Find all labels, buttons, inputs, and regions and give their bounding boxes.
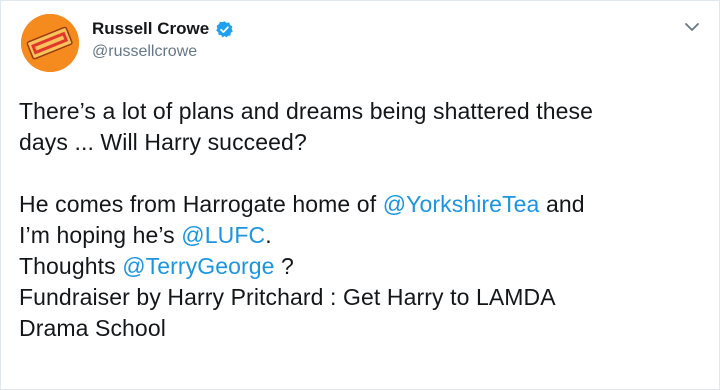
tweet-text-segment: He comes from Harrogate home of bbox=[19, 191, 383, 217]
tweet-line: He comes from Harrogate home of @Yorkshi… bbox=[19, 189, 709, 220]
avatar[interactable] bbox=[21, 14, 79, 72]
tweet-line: Thoughts @TerryGeorge ? bbox=[19, 251, 709, 282]
tweet-line: days ... Will Harry succeed? bbox=[19, 129, 307, 155]
tweet-line: Fundraiser by Harry Pritchard : Get Harr… bbox=[19, 284, 556, 310]
mention-yorkshiretea-link[interactable]: @YorkshireTea bbox=[383, 191, 540, 217]
tweet-line: There’s a lot of plans and dreams being … bbox=[19, 98, 594, 124]
tweet-line: Drama School bbox=[19, 315, 166, 341]
tweet-text-segment: . bbox=[265, 222, 272, 248]
yorkshire-tea-box-icon bbox=[21, 14, 79, 72]
display-name[interactable]: Russell Crowe bbox=[92, 19, 209, 39]
author-names: Russell Crowe @russellcrowe bbox=[92, 17, 234, 61]
tweet-text: There’s a lot of plans and dreams being … bbox=[19, 96, 709, 344]
tweet-text-segment: Thoughts bbox=[19, 253, 123, 279]
tweet-text-segment: ? bbox=[274, 253, 294, 279]
verified-badge-icon bbox=[216, 20, 233, 37]
mention-terrygeorge-link[interactable]: @TerryGeorge bbox=[122, 253, 274, 279]
handle[interactable]: @russellcrowe bbox=[92, 43, 234, 61]
mention-lufc-link[interactable]: @LUFC bbox=[181, 222, 265, 248]
tweet-text-segment: I’m hoping he’s bbox=[19, 222, 182, 248]
chevron-down-icon[interactable] bbox=[683, 18, 701, 36]
tweet-card: Russell Crowe @russellcrowe There’s a lo… bbox=[0, 0, 720, 390]
tweet-text-segment: and bbox=[539, 191, 585, 217]
tweet-line: I’m hoping he’s @LUFC. bbox=[19, 220, 709, 251]
